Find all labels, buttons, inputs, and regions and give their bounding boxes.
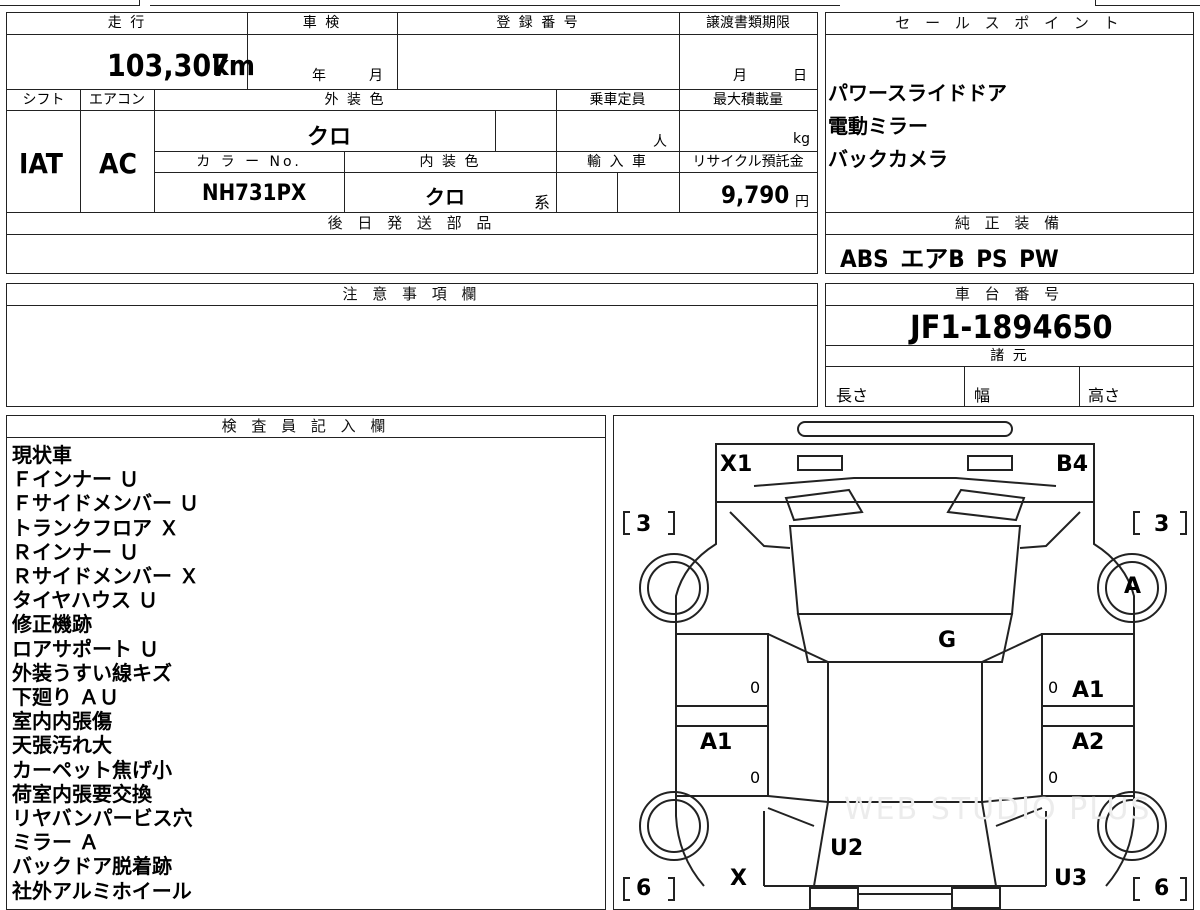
chassis-number: JF1-1894650	[910, 308, 1113, 346]
specs-header: 諸 元	[826, 346, 1193, 367]
inspector-line: 荷室内張要交換	[12, 781, 152, 806]
sales-point-item: バックカメラ	[828, 147, 948, 171]
vehicle-info-table: 走 行 車 検 登 録 番 号 譲渡書類期限 103,307 km 年 月 月 …	[6, 12, 818, 213]
later-parts-box: 後 日 発 送 部 品	[6, 212, 818, 274]
shaken-year-unit: 年	[312, 68, 326, 84]
capacity-header: 乗車定員	[556, 90, 679, 111]
standard-equipment-value: ABS エアB PS PW	[840, 245, 1059, 273]
spec-length-label: 長さ	[836, 386, 869, 405]
inspector-lines: 現状車 Ｆインナー Ｕ Ｆサイドメンバー Ｕ トランクフロア Ｘ Ｒインナー Ｕ…	[12, 443, 199, 903]
exterior-color-header: 外 装 色	[154, 90, 556, 111]
inspector-line: Ｒインナー Ｕ	[12, 539, 139, 564]
interior-color-value: クロ	[425, 185, 465, 209]
shaken-header: 車 検	[247, 13, 397, 35]
mark-front-left: X1	[720, 452, 753, 477]
shift-header: シフト	[7, 90, 80, 111]
ac-value: AC	[99, 147, 137, 180]
car-outline-diagram	[623, 421, 1187, 909]
inspector-line: Ｒサイドメンバー Ｘ	[12, 564, 199, 589]
recycle-unit: 円	[795, 194, 809, 210]
inspector-line: ロアサポート Ｕ	[12, 636, 159, 661]
recycle-value: 9,790	[721, 181, 790, 209]
max-load-header: 最大積載量	[679, 90, 817, 111]
inspector-header: 検 査 員 記 入 欄	[7, 416, 605, 438]
mark-right-rear: U3	[1054, 866, 1088, 891]
transfer-docs-header: 譲渡書類期限	[679, 13, 817, 35]
mark-left-rear-door: A1	[700, 730, 733, 755]
inspector-line: 室内内張傷	[12, 709, 112, 734]
mark-rear-floor: U2	[830, 836, 864, 861]
inspector-line: 下廻り ＡＵ	[12, 685, 119, 710]
inspector-line: 現状車	[12, 443, 72, 467]
capacity-unit: 人	[653, 134, 667, 150]
inspector-line: 天張汚れ大	[12, 733, 112, 758]
tire-rear-right: 6	[1154, 876, 1170, 901]
import-header: 輸 入 車	[556, 152, 679, 173]
sales-point-item: パワースライドドア	[828, 81, 1007, 105]
zero-mark: 0	[1048, 678, 1059, 697]
inspector-line: バックドア脱着跡	[12, 854, 172, 879]
mark-left-rear: X	[730, 866, 747, 891]
recycle-header: リサイクル預託金	[679, 152, 817, 173]
standard-equipment-header: 純 正 装 備	[826, 213, 1193, 235]
tire-front-right: 3	[1154, 512, 1170, 537]
shaken-month-unit: 月	[369, 68, 383, 84]
mileage-header: 走 行	[7, 13, 247, 35]
ac-header: エアコン	[80, 90, 154, 111]
inspector-line: リヤバンパービス穴	[12, 806, 193, 831]
notes-header: 注 意 事 項 欄	[7, 284, 817, 306]
watermark: WEB STUDIO PLUS	[844, 792, 1152, 827]
sales-points-box: セ ー ル ス ポ イ ン ト パワースライドドア 電動ミラー バックカメラ	[825, 12, 1194, 213]
tire-rear-left: 6	[636, 876, 652, 901]
inspector-line: 外装うすい線キズ	[12, 660, 172, 685]
max-load-unit: kg	[793, 131, 810, 147]
spec-width-label: 幅	[974, 386, 991, 405]
shift-value: IAT	[19, 147, 63, 180]
inspector-line: タイヤハウス Ｕ	[12, 588, 158, 613]
notes-box: 注 意 事 項 欄	[6, 283, 818, 407]
mileage-unit: km	[212, 49, 255, 82]
chassis-box: 車 台 番 号 JF1-1894650 諸 元 長さ 幅 高さ	[825, 283, 1194, 407]
interior-color-suffix: 系	[534, 193, 551, 212]
zero-mark: 0	[1048, 768, 1059, 787]
inspector-line: 修正機跡	[12, 612, 92, 637]
inspector-line: Ｆサイドメンバー Ｕ	[12, 491, 199, 516]
inspector-line: 社外アルミホイール	[12, 878, 192, 903]
mark-windshield: G	[938, 628, 957, 653]
later-parts-header: 後 日 発 送 部 品	[7, 213, 817, 235]
car-diagram-box: X1 B4 3 3 6 6 A G A1 A1 A2 U2 X U3 0 0 0…	[613, 415, 1194, 910]
inspector-line: トランクフロア Ｘ	[12, 515, 179, 540]
zero-mark: 0	[750, 768, 761, 787]
tire-front-left: 3	[636, 512, 652, 537]
mark-right-rear-door: A2	[1072, 730, 1105, 755]
color-no-header: カ ラ ー No.	[154, 152, 344, 173]
top-strip	[0, 0, 1200, 6]
interior-color-header: 内 装 色	[344, 152, 556, 173]
sales-point-item: 電動ミラー	[828, 114, 928, 138]
mark-right-front-door: A1	[1072, 678, 1105, 703]
standard-equipment-box: 純 正 装 備 ABS エアB PS PW	[825, 212, 1194, 274]
zero-mark: 0	[750, 678, 761, 697]
spec-height-label: 高さ	[1088, 386, 1121, 405]
registration-number-header: 登 録 番 号	[397, 13, 679, 35]
inspector-line: ミラー Ａ	[12, 830, 99, 855]
inspector-box: 検 査 員 記 入 欄 現状車 Ｆインナー Ｕ Ｆサイドメンバー Ｕ トランクフ…	[6, 415, 606, 910]
inspector-line: Ｆインナー Ｕ	[12, 467, 139, 492]
inspector-line: カーペット焦げ小	[12, 757, 172, 782]
mark-right-front-wheel: A	[1124, 574, 1142, 599]
exterior-color-value: クロ	[307, 125, 352, 150]
mark-front-right: B4	[1056, 452, 1089, 477]
transfer-day-unit: 日	[793, 68, 807, 84]
color-no-value: NH731PX	[202, 181, 307, 206]
chassis-header: 車 台 番 号	[826, 284, 1193, 306]
transfer-month-unit: 月	[733, 68, 747, 84]
sales-points-header: セ ー ル ス ポ イ ン ト	[826, 13, 1193, 35]
sales-points-list: パワースライドドア 電動ミラー バックカメラ	[828, 77, 1007, 176]
